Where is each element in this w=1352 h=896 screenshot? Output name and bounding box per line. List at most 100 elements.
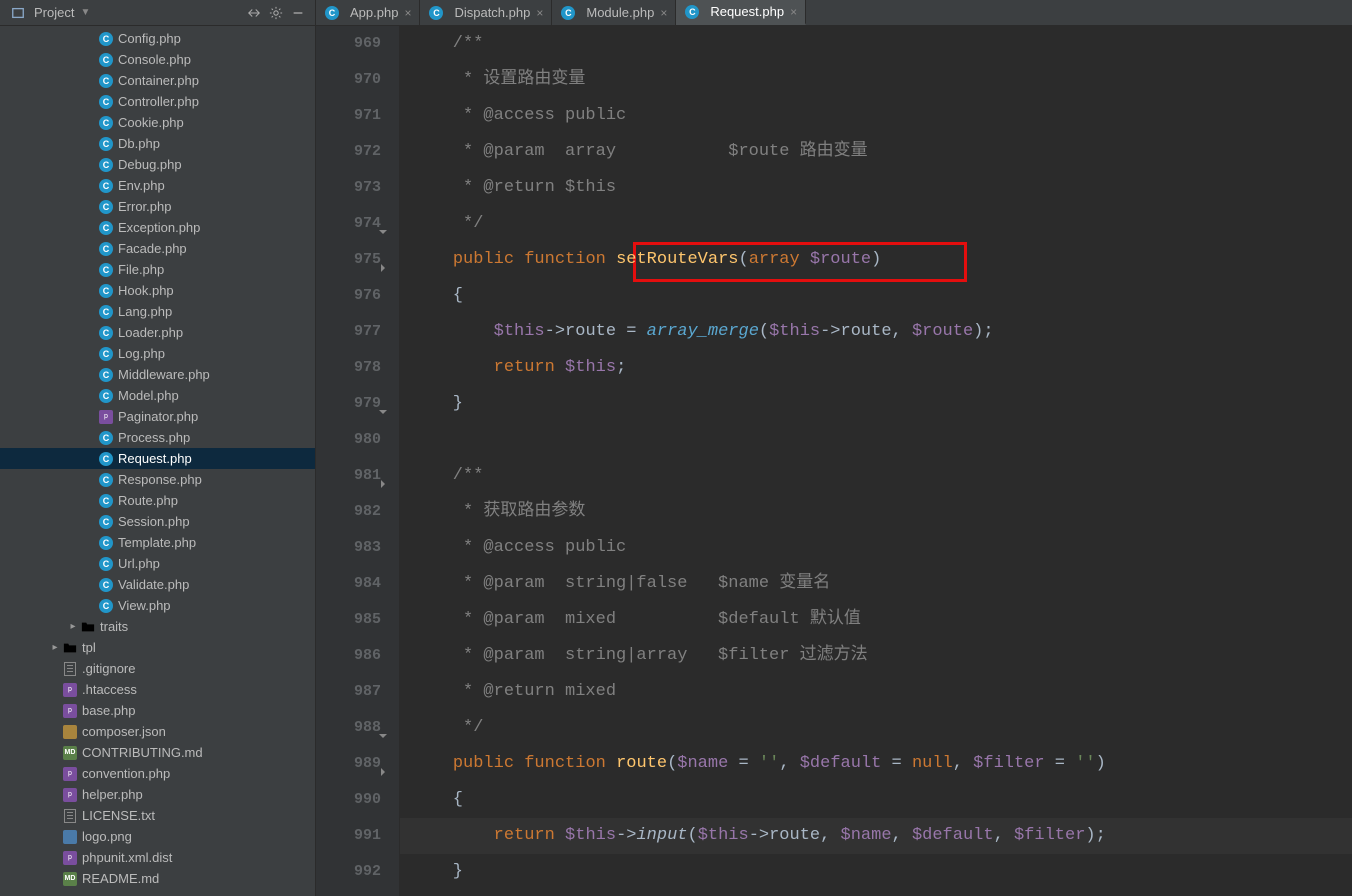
code-editor[interactable]: /** * 设置路由变量 * @access public * @param a…	[400, 26, 1352, 896]
code-line[interactable]: }	[400, 854, 1352, 890]
file-item[interactable]: ▸phelper.php	[0, 784, 315, 805]
line-number[interactable]: 991	[316, 818, 381, 854]
file-item[interactable]: ▸CDb.php	[0, 133, 315, 154]
file-item[interactable]: ▸CFile.php	[0, 259, 315, 280]
folder-item[interactable]: ▸traits	[0, 616, 315, 637]
file-item[interactable]: ▸pphpunit.xml.dist	[0, 847, 315, 868]
tree-arrow[interactable]: ▸	[66, 621, 80, 632]
file-item[interactable]: ▸composer.json	[0, 721, 315, 742]
code-line[interactable]: * @param array $route 路由变量	[400, 134, 1352, 170]
file-item[interactable]: ▸CValidate.php	[0, 574, 315, 595]
file-item[interactable]: ▸CLog.php	[0, 343, 315, 364]
line-number[interactable]: 980	[316, 422, 381, 458]
file-item[interactable]: ▸CSession.php	[0, 511, 315, 532]
file-item[interactable]: ▸CRequest.php	[0, 448, 315, 469]
line-number[interactable]: 983	[316, 530, 381, 566]
tab-dispatch-php[interactable]: CDispatch.php×	[420, 0, 552, 25]
line-number[interactable]: 979	[316, 386, 381, 422]
tab-app-php[interactable]: CApp.php×	[316, 0, 420, 25]
line-number[interactable]: 969	[316, 26, 381, 62]
fold-marker-icon[interactable]	[377, 721, 389, 733]
file-item[interactable]: ▸pconvention.php	[0, 763, 315, 784]
file-item[interactable]: ▸CException.php	[0, 217, 315, 238]
code-line[interactable]: */	[400, 206, 1352, 242]
fold-marker-icon[interactable]	[377, 217, 389, 229]
line-number[interactable]: 970	[316, 62, 381, 98]
project-tree[interactable]: ▸CConfig.php▸CConsole.php▸CContainer.php…	[0, 26, 315, 896]
file-item[interactable]: ▸CHook.php	[0, 280, 315, 301]
line-number[interactable]: 975	[316, 242, 381, 278]
line-number[interactable]: 985	[316, 602, 381, 638]
file-item[interactable]: ▸CProcess.php	[0, 427, 315, 448]
file-item[interactable]: ▸CView.php	[0, 595, 315, 616]
fold-marker-icon[interactable]	[377, 469, 389, 481]
line-number[interactable]: 986	[316, 638, 381, 674]
code-line[interactable]	[400, 422, 1352, 458]
code-line[interactable]: * @access public	[400, 530, 1352, 566]
code-line[interactable]: * @access public	[400, 98, 1352, 134]
line-number[interactable]: 989	[316, 746, 381, 782]
file-item[interactable]: ▸CEnv.php	[0, 175, 315, 196]
file-item[interactable]: ▸pbase.php	[0, 700, 315, 721]
project-dropdown[interactable]: Project ▼	[6, 3, 94, 23]
code-line[interactable]: public function setRouteVars(array $rout…	[400, 242, 1352, 278]
line-number[interactable]: 992	[316, 854, 381, 890]
settings-button[interactable]	[265, 2, 287, 24]
line-number[interactable]: 981	[316, 458, 381, 494]
line-number[interactable]: 988	[316, 710, 381, 746]
code-line[interactable]: * @return $this	[400, 170, 1352, 206]
file-item[interactable]: ▸p.htaccess	[0, 679, 315, 700]
line-number[interactable]: 973	[316, 170, 381, 206]
folder-item[interactable]: ▸tpl	[0, 637, 315, 658]
file-item[interactable]: ▸CDebug.php	[0, 154, 315, 175]
file-item[interactable]: ▸CContainer.php	[0, 70, 315, 91]
line-number[interactable]: 978	[316, 350, 381, 386]
file-item[interactable]: ▸CFacade.php	[0, 238, 315, 259]
code-line[interactable]: public function route($name = '', $defau…	[400, 746, 1352, 782]
line-number[interactable]: 972	[316, 134, 381, 170]
file-item[interactable]: ▸pPaginator.php	[0, 406, 315, 427]
fold-marker-icon[interactable]	[377, 757, 389, 769]
code-line[interactable]: return $this->input($this->route, $name,…	[400, 818, 1352, 854]
file-item[interactable]: ▸MDREADME.md	[0, 868, 315, 889]
collapse-button[interactable]	[243, 2, 265, 24]
file-item[interactable]: ▸CUrl.php	[0, 553, 315, 574]
file-item[interactable]: ▸CMiddleware.php	[0, 364, 315, 385]
file-item[interactable]: ▸CLoader.php	[0, 322, 315, 343]
file-item[interactable]: ▸CController.php	[0, 91, 315, 112]
code-line[interactable]: * @param mixed $default 默认值	[400, 602, 1352, 638]
minimize-button[interactable]	[287, 2, 309, 24]
code-line[interactable]: * 设置路由变量	[400, 62, 1352, 98]
line-number[interactable]: 971	[316, 98, 381, 134]
code-line[interactable]: {	[400, 782, 1352, 818]
file-item[interactable]: ▸CModel.php	[0, 385, 315, 406]
close-icon[interactable]: ×	[790, 5, 797, 19]
line-number[interactable]: 982	[316, 494, 381, 530]
file-item[interactable]: ▸MDCONTRIBUTING.md	[0, 742, 315, 763]
code-line[interactable]: */	[400, 710, 1352, 746]
close-icon[interactable]: ×	[660, 6, 667, 20]
tree-arrow[interactable]: ▸	[48, 642, 62, 653]
code-line[interactable]: * 获取路由参数	[400, 494, 1352, 530]
code-line[interactable]: {	[400, 278, 1352, 314]
file-item[interactable]: ▸CError.php	[0, 196, 315, 217]
file-item[interactable]: ▸CConfig.php	[0, 28, 315, 49]
tab-request-php[interactable]: CRequest.php×	[676, 0, 806, 25]
tab-module-php[interactable]: CModule.php×	[552, 0, 676, 25]
code-line[interactable]: /**	[400, 458, 1352, 494]
code-line[interactable]: }	[400, 386, 1352, 422]
file-item[interactable]: ▸CCookie.php	[0, 112, 315, 133]
file-item[interactable]: ▸CResponse.php	[0, 469, 315, 490]
line-number[interactable]: 976	[316, 278, 381, 314]
code-line[interactable]: return $this;	[400, 350, 1352, 386]
code-line[interactable]: * @param string|array $filter 过滤方法	[400, 638, 1352, 674]
code-line[interactable]: /**	[400, 26, 1352, 62]
file-item[interactable]: ▸CConsole.php	[0, 49, 315, 70]
line-number[interactable]: 990	[316, 782, 381, 818]
fold-marker-icon[interactable]	[377, 253, 389, 265]
file-item[interactable]: ▸CTemplate.php	[0, 532, 315, 553]
fold-marker-icon[interactable]	[377, 397, 389, 409]
close-icon[interactable]: ×	[404, 6, 411, 20]
line-number[interactable]: 977	[316, 314, 381, 350]
line-number[interactable]: 987	[316, 674, 381, 710]
